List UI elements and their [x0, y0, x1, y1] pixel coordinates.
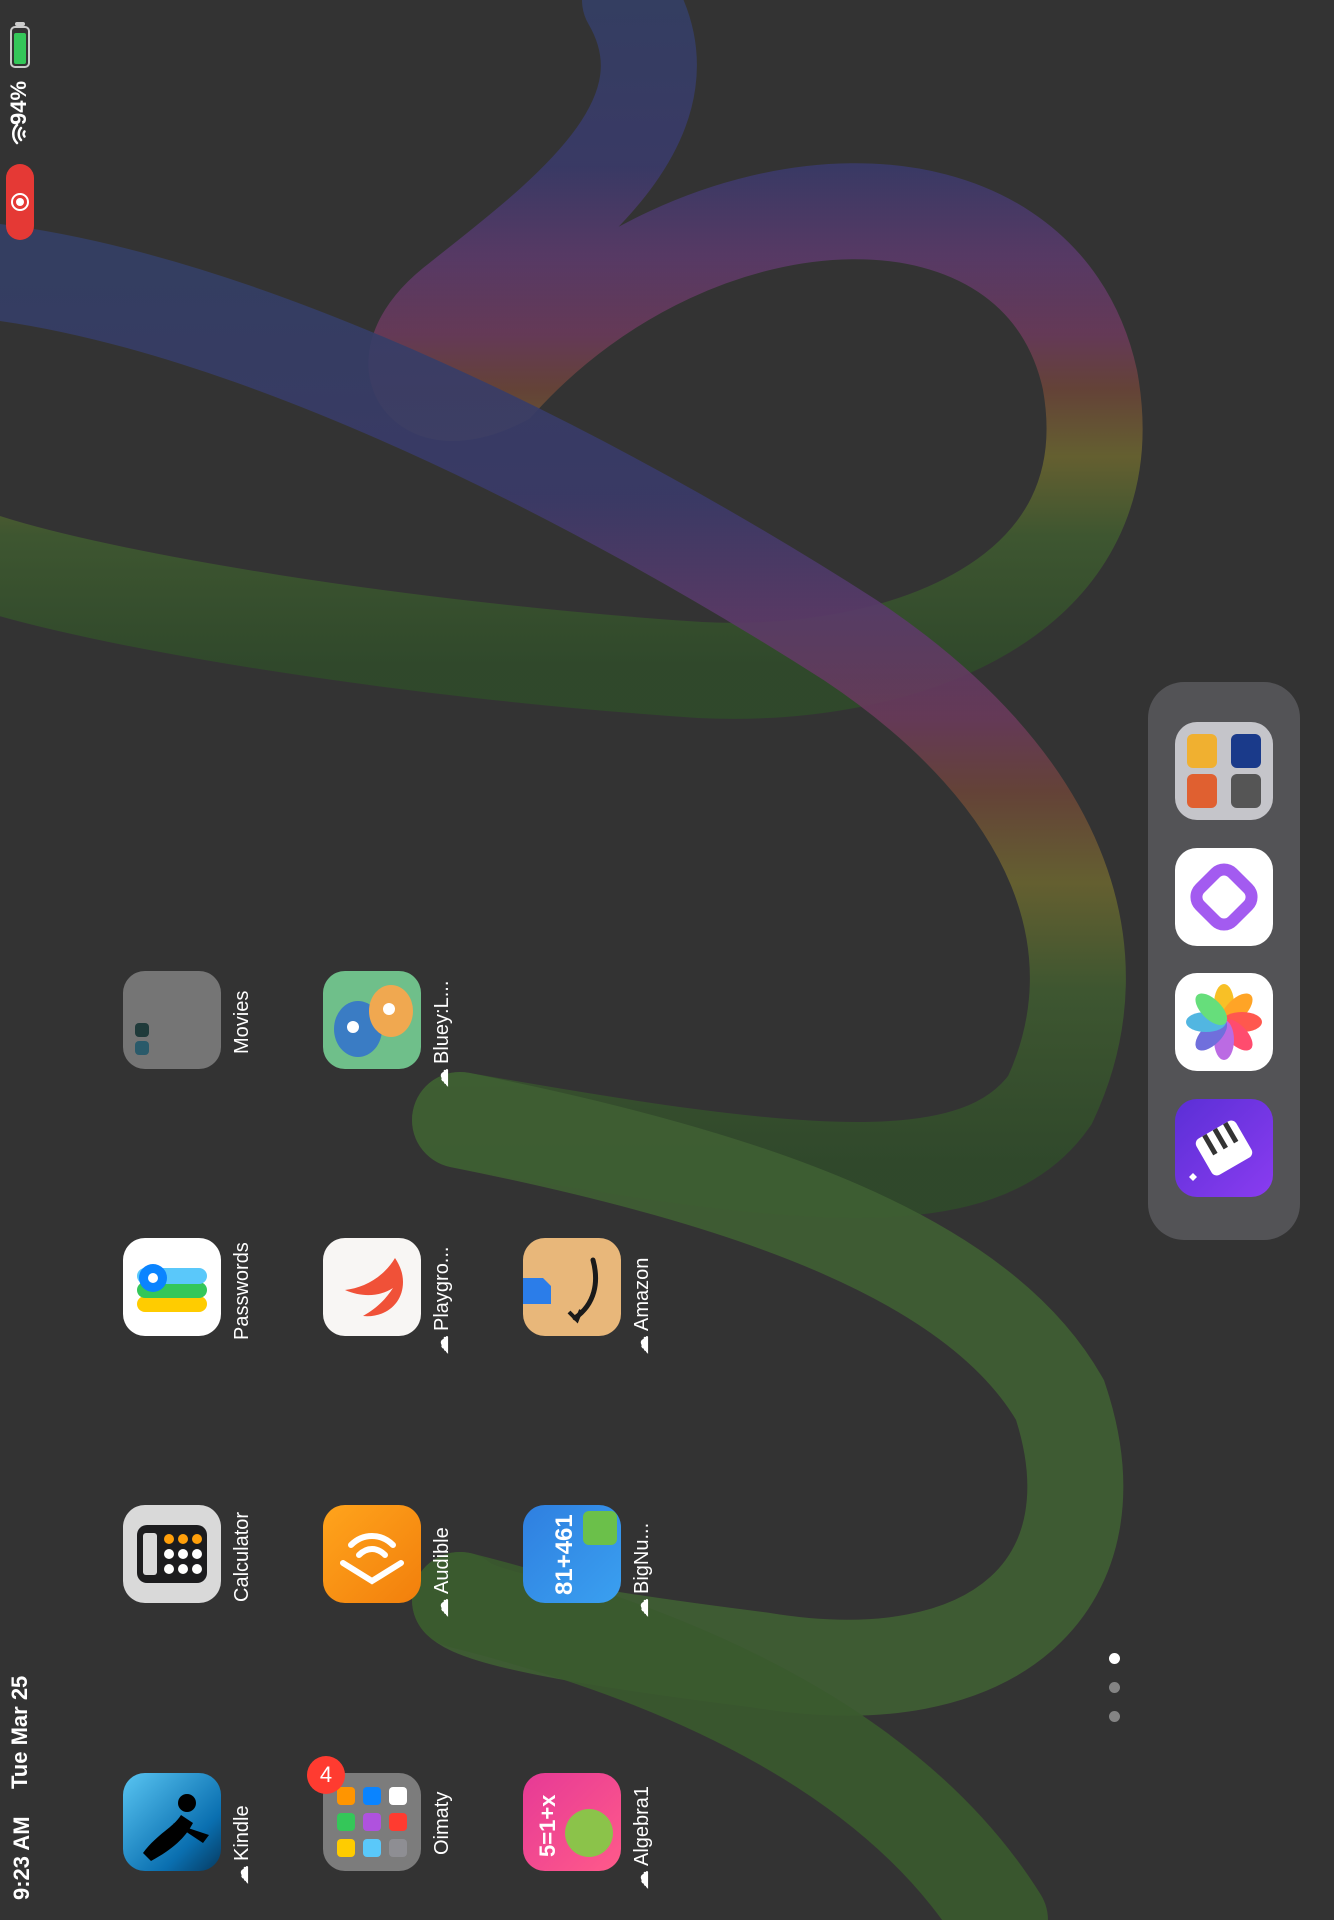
- page-dot-1[interactable]: [1109, 1653, 1120, 1664]
- movies-label: Movies: [231, 990, 253, 1054]
- wallpaper: [0, 0, 1143, 1920]
- amazon-app-icon[interactable]: [523, 1238, 621, 1336]
- screen-recording-icon[interactable]: [6, 164, 34, 240]
- audible-label: ☁Audible: [431, 1527, 453, 1618]
- kindle-app-icon[interactable]: [123, 1773, 221, 1871]
- photos-icon[interactable]: [1175, 973, 1273, 1071]
- playgrounds-label: ☁Playgro...: [431, 1246, 453, 1355]
- battery-charging-icon: [10, 22, 30, 68]
- bluey-label: ☁Bluey:L...: [431, 980, 453, 1088]
- cloud-download-icon: ☁: [631, 1870, 653, 1890]
- algebra1-app-icon[interactable]: 5=1+x: [523, 1773, 621, 1871]
- page-dot-3[interactable]: [1109, 1711, 1120, 1722]
- bignumbers-label: ☁BigNu...: [631, 1522, 653, 1618]
- wifi-icon: [12, 123, 26, 145]
- audible-app-icon[interactable]: [323, 1505, 421, 1603]
- amazon-label: ☁Amazon: [631, 1257, 653, 1355]
- passwords-label: Passwords: [231, 1242, 253, 1340]
- page-dot-2[interactable]: [1109, 1682, 1120, 1693]
- cloud-download-icon: ☁: [631, 1335, 653, 1355]
- notification-badge: 4: [307, 1756, 345, 1794]
- shortcuts-like-icon[interactable]: [1175, 848, 1273, 946]
- oimaty-label: Oimaty: [431, 1791, 453, 1855]
- passwords-app-icon[interactable]: [123, 1238, 221, 1336]
- cloud-download-icon: ☁: [431, 1335, 453, 1355]
- bluey-app-icon[interactable]: [323, 971, 421, 1069]
- playgrounds-app-icon[interactable]: [323, 1238, 421, 1336]
- cloud-download-icon: ☁: [631, 1598, 653, 1618]
- calculator-app-icon[interactable]: [123, 1505, 221, 1603]
- algebra1-icon-text: 5=1+x: [535, 1794, 560, 1857]
- status-date: Tue Mar 25: [7, 1675, 32, 1789]
- folder-icon[interactable]: [1175, 722, 1273, 820]
- cloud-download-icon: ☁: [431, 1598, 453, 1618]
- kindle-label: ☁Kindle: [231, 1805, 253, 1885]
- status-time: 9:23 AM: [9, 1816, 34, 1900]
- bignumbers-app-icon[interactable]: 81+461: [523, 1505, 621, 1603]
- calculator-label: Calculator: [231, 1511, 253, 1602]
- movies-folder-icon[interactable]: [123, 971, 221, 1069]
- cloud-download-icon: ☁: [231, 1865, 253, 1885]
- algebra1-label: ☁Algebra1: [631, 1785, 653, 1890]
- battery-percent: 94%: [6, 80, 31, 125]
- piano-app-icon[interactable]: [1175, 1099, 1273, 1197]
- bignumbers-icon-text: 81+461: [551, 1514, 578, 1595]
- cloud-download-icon: ☁: [431, 1068, 453, 1088]
